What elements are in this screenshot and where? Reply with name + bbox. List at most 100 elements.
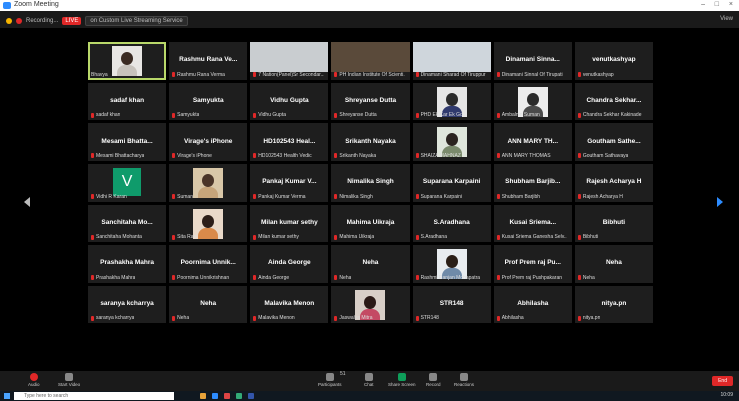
participant-caption: SHAIZA MAHNAZ: [415, 153, 461, 159]
participant-tile[interactable]: Suparana Karpaini Suparana Karpaini: [412, 163, 491, 202]
participant-tile[interactable]: 7 Nation(Panel)Sr Secondar...: [250, 42, 329, 80]
close-button[interactable]: ×: [729, 1, 733, 8]
participant-tile[interactable]: Neha Neha: [169, 285, 248, 324]
participant-tile[interactable]: Ainda George Ainda George: [250, 245, 329, 283]
participant-tile[interactable]: Bibhuti Bibhuti: [574, 204, 653, 243]
participant-tile[interactable]: Sita Rani: [169, 204, 248, 243]
excel-icon[interactable]: [236, 393, 242, 399]
record-button[interactable]: Record: [426, 373, 441, 387]
participant-tile[interactable]: HD102543 Heal... HD102543 Health Vedic: [250, 123, 329, 161]
info-icon[interactable]: [6, 18, 12, 24]
participant-tile[interactable]: Rashmu Rana Ve... Rashmu Rana Verma: [169, 42, 248, 80]
participant-caption: Ambalnin Suman: [496, 112, 540, 118]
participant-tile[interactable]: Rajesh Acharya H Rajesh Acharya H: [574, 163, 653, 202]
participant-tile[interactable]: Sanchitaha Mo... Sanchitaha Mohanta: [88, 204, 167, 243]
participant-tile[interactable]: sadaf khan sadaf khan: [88, 82, 167, 121]
participant-display-name: sadaf khan: [110, 96, 145, 104]
recording-label: Recording...: [26, 18, 59, 24]
participant-tile[interactable]: Abhilasha Abhilasha: [493, 285, 572, 324]
recording-indicator[interactable]: Recording... LIVE on Custom Live Streami…: [6, 16, 188, 26]
chrome-icon[interactable]: [224, 393, 230, 399]
maximize-button[interactable]: □: [715, 1, 719, 8]
participant-tile[interactable]: saranya kcharrya saranya kcharrya: [88, 285, 167, 324]
participant-caption: sadaf khan: [91, 112, 120, 118]
participant-tile[interactable]: Dinamani Sinna... Dinamani Sinnal Of Tiru…: [493, 42, 572, 80]
taskbar-search-input[interactable]: Type here to search: [14, 392, 174, 400]
participant-tile[interactable]: Virage's iPhone Virage's iPhone: [169, 123, 248, 161]
participant-tile[interactable]: Rashmi Ranjan Mohapatra: [412, 245, 491, 283]
participant-caption: Bibhuti: [577, 234, 598, 240]
participant-tile[interactable]: nitya.pn nitya.pn: [574, 285, 653, 324]
participant-tile[interactable]: Srikanth Nayaka Srikanth Nayaka: [331, 123, 410, 161]
participant-tile[interactable]: Neha Neha: [331, 245, 410, 283]
zoom-app-icon[interactable]: [212, 393, 218, 399]
participant-tile[interactable]: Samyukta Samyukta: [169, 82, 248, 121]
participant-tile[interactable]: Malavika Menon Malavika Menon: [250, 285, 329, 324]
muted-mic-icon: [496, 194, 500, 199]
participant-tile[interactable]: ANN MARY TH... ANN MARY THOMAS: [493, 123, 572, 161]
participant-tile[interactable]: SHAIZA MAHNAZ: [412, 123, 491, 161]
meeting-toolbar: Audio Start Video Participants 51 Chat S…: [0, 371, 739, 391]
participant-name-label: Vidhi R Karan: [96, 193, 127, 200]
participant-tile[interactable]: V Vidhi R Karan: [88, 163, 167, 202]
participant-tile[interactable]: Bhavya: [88, 42, 167, 80]
participant-name-label: Pankaj Kumar Verma: [258, 193, 306, 200]
participant-display-name: Rashmu Rana Ve...: [179, 56, 238, 64]
share-screen-button[interactable]: Share Screen: [388, 373, 416, 387]
participant-tile[interactable]: PH Indian Institute Of Scienti...: [331, 42, 410, 80]
windows-start-icon[interactable]: [4, 393, 10, 399]
participant-tile[interactable]: Pankaj Kumar V... Pankaj Kumar Verma: [250, 163, 329, 202]
participant-tile[interactable]: Ambalnin Suman: [493, 82, 572, 121]
next-page-arrow-icon[interactable]: [717, 197, 723, 207]
participant-tile[interactable]: venutkashyap venutkashyap: [574, 42, 653, 80]
view-button[interactable]: View: [720, 16, 733, 22]
participant-tile[interactable]: Neha Neha: [574, 245, 653, 283]
participant-tile[interactable]: Poornima Unnik... Poornima Unnikrishnan: [169, 245, 248, 283]
participant-display-name: Ainda George: [268, 259, 311, 267]
participant-tile[interactable]: Mesami Bhatta... Mesami Bhattacharya: [88, 123, 167, 161]
chat-button[interactable]: Chat: [364, 373, 374, 387]
participant-tile[interactable]: Shubham Barjib... Shubham Barjibh: [493, 163, 572, 202]
participant-caption: Mahima Uikraja: [334, 234, 374, 240]
participant-tile[interactable]: PHD Ek Kar Ek Go...: [412, 82, 491, 121]
muted-mic-icon: [91, 153, 94, 159]
reactions-button[interactable]: Reactions: [454, 373, 474, 387]
participant-tile[interactable]: S.Aradhana S.Aradhana: [412, 204, 491, 243]
participant-caption: Kusai Sriema Ganesha Selv...: [496, 234, 567, 240]
participant-caption: Virage's iPhone: [172, 153, 212, 159]
participant-tile[interactable]: Vidhu Gupta Vidhu Gupta: [250, 82, 329, 121]
participant-caption: 7 Nation(Panel)Sr Secondar...: [253, 72, 324, 78]
participants-button[interactable]: Participants: [318, 373, 342, 387]
muted-mic-icon: [577, 234, 581, 240]
start-video-button[interactable]: Start Video: [58, 373, 80, 387]
participant-tile[interactable]: Shreyanse Dutta Shreyanse Dutta: [331, 82, 410, 121]
file-explorer-icon[interactable]: [200, 393, 206, 399]
participant-tile[interactable]: Suman: [169, 163, 248, 202]
mute-button[interactable]: Audio: [28, 373, 40, 387]
participant-tile[interactable]: Dinamani Sharad Of Tiruppur: [412, 42, 491, 80]
participant-name-label: Suparana Karpaini: [420, 193, 462, 200]
muted-mic-icon: [415, 315, 419, 321]
participant-tile[interactable]: Goutham Sathe... Goutham Sathavaya: [574, 123, 653, 161]
muted-mic-icon: [334, 72, 338, 78]
minimize-button[interactable]: –: [701, 1, 705, 8]
end-meeting-button[interactable]: End: [712, 376, 733, 386]
live-service-label[interactable]: on Custom Live Streaming Service: [85, 16, 188, 26]
participant-tile[interactable]: Chandra Sekhar... Chandra Sekhar Kakinade: [574, 82, 653, 121]
participant-tile[interactable]: Prashakha Mahra Prashakha Mahra: [88, 245, 167, 283]
participant-tile[interactable]: Nimalika Singh Nimalika Singh: [331, 163, 410, 202]
participant-caption: Neha: [577, 275, 595, 281]
previous-page-arrow-icon[interactable]: [24, 197, 30, 207]
muted-mic-icon: [253, 275, 257, 281]
participant-tile[interactable]: Milan kumar sethy Milan kumar sethy: [250, 204, 329, 243]
participant-tile[interactable]: Jaswalya Mitra: [331, 285, 410, 324]
participant-tile[interactable]: STR148 STR148: [412, 285, 491, 324]
participant-tile[interactable]: Prof Prem raj Pu... Prof Prem raj Pushpak…: [493, 245, 572, 283]
participant-display-name: Mahima Uikraja: [346, 218, 395, 226]
participant-caption: Abhilasha: [496, 315, 524, 321]
participant-caption: STR148: [415, 315, 439, 321]
participant-caption: HD102543 Health Vedic: [253, 153, 312, 159]
word-icon[interactable]: [248, 393, 254, 399]
participant-tile[interactable]: Kusai Sriema... Kusai Sriema Ganesha Selv…: [493, 204, 572, 243]
participant-tile[interactable]: Mahima Uikraja Mahima Uikraja: [331, 204, 410, 243]
